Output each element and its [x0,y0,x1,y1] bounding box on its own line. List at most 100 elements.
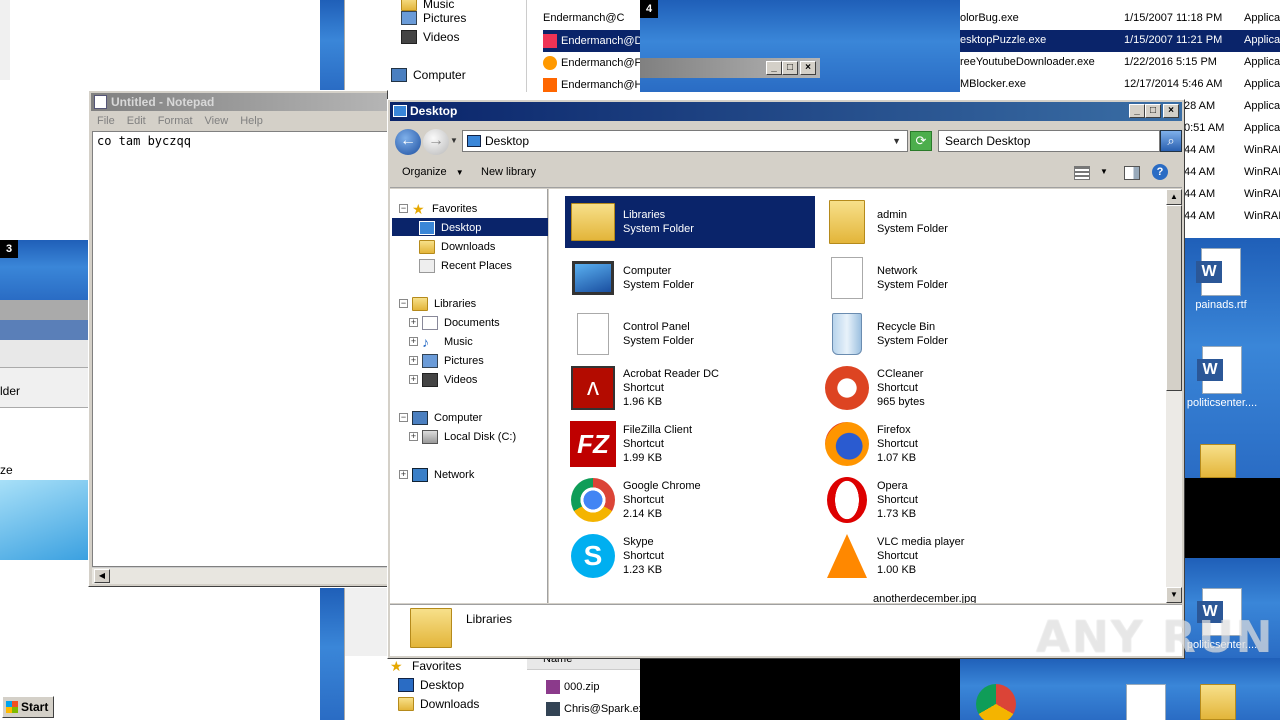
bg-file-row[interactable]: Endermanch@H [543,74,642,96]
organize-menu[interactable]: Organize ▼ [402,166,464,178]
menu-view[interactable]: View [205,115,229,127]
item-computer[interactable]: Computer System Folder [565,252,815,304]
preview-pane-icon[interactable] [1124,166,1140,180]
item-vlc[interactable]: VLC media player Shortcut 1.00 KB [819,530,1069,582]
expand-icon[interactable]: + [409,356,418,365]
pictures-icon [401,10,417,25]
menu-format[interactable]: Format [158,115,193,127]
expand-icon[interactable]: + [409,337,418,346]
notepad-text-area[interactable]: co tam byczqq [92,131,388,567]
folder-icon[interactable] [1200,444,1236,478]
bg-list-name[interactable]: esktopPuzzle.exe [960,29,1046,51]
desktop-icon-politicsenter[interactable]: W politicsenter.... [1186,346,1258,409]
expand-icon[interactable]: + [399,470,408,479]
minimize-button[interactable]: _ [766,61,782,75]
maximize-button[interactable]: □ [1145,104,1161,118]
word-desktop-icon[interactable] [1126,684,1166,720]
item-libraries[interactable]: Libraries System Folder [565,196,815,248]
vertical-scrollbar[interactable]: ▲ ▼ [1166,189,1182,603]
collapse-icon[interactable]: − [399,299,408,308]
expand-icon[interactable]: + [409,432,418,441]
item-acrobat-reader[interactable]: ᴧ Acrobat Reader DC Shortcut 1.96 KB [565,362,815,414]
item-network[interactable]: Network System Folder [819,252,1069,304]
chevron-down-icon[interactable]: ▼ [1100,167,1108,176]
refresh-button[interactable]: ⟳ [910,131,932,151]
item-skype[interactable]: S Skype Shortcut 1.23 KB [565,530,815,582]
bg-bottom-file[interactable]: Chris@Spark.ex [546,698,644,720]
search-input[interactable]: Search Desktop [938,130,1160,152]
menu-file[interactable]: File [97,115,115,127]
expand-icon[interactable]: + [409,318,418,327]
bg-bottom-file[interactable]: 000.zip [546,676,599,698]
minimize-button[interactable]: _ [1129,104,1145,118]
expand-icon[interactable]: + [409,375,418,384]
item-opera[interactable]: Opera Shortcut 1.73 KB [819,474,1069,526]
chrome-desktop-icon[interactable] [976,684,1016,720]
item-filezilla[interactable]: FZ FileZilla Client Shortcut 1.99 KB [565,418,815,470]
item-recycle-bin[interactable]: Recycle Bin System Folder [819,308,1069,360]
bg-bottom-desktop[interactable]: Desktop [394,675,464,694]
help-icon[interactable]: ? [1152,164,1168,180]
search-button[interactable]: ⌕ [1160,130,1182,152]
menu-help[interactable]: Help [240,115,263,127]
bg-list-type: WinRAI [1244,144,1280,156]
scroll-down-button[interactable]: ▼ [1166,587,1182,603]
new-library-button[interactable]: New library [481,166,536,178]
item-google-chrome[interactable]: Google Chrome Shortcut 2.14 KB [565,474,815,526]
bg-nav-computer[interactable]: Computer [387,65,466,84]
music-icon: ♪ [422,333,429,350]
nav-fav-desktop[interactable]: Desktop [415,218,481,237]
bg-file-row[interactable]: Endermanch@C [543,7,624,29]
bg-list-name[interactable]: MBlocker.exe [960,73,1026,95]
history-dropdown-icon[interactable]: ▼ [450,136,458,145]
maximize-button[interactable]: □ [782,61,798,75]
nav-local-disk[interactable]: + Local Disk (C:) [405,427,516,446]
collapse-icon[interactable]: − [399,204,408,213]
nav-lib-pictures[interactable]: + Pictures [405,351,484,370]
notepad-window: Untitled - Notepad File Edit Format View… [88,90,388,587]
view-options-icon[interactable] [1074,166,1090,180]
close-button[interactable]: × [1163,104,1179,118]
scroll-left-button[interactable]: ◀ [94,569,110,583]
bg-list-name[interactable]: olorBug.exe [960,7,1019,29]
collapse-icon[interactable]: − [399,413,408,422]
item-firefox[interactable]: Firefox Shortcut 1.07 KB [819,418,1069,470]
chevron-down-icon[interactable]: ▼ [892,131,901,151]
menu-edit[interactable]: Edit [127,115,146,127]
bg-file-row[interactable]: Endermanch@F [543,52,641,74]
acrobat-icon: ᴧ [571,366,615,410]
item-control-panel[interactable]: Control Panel System Folder [565,308,815,360]
explorer-titlebar[interactable]: Desktop [390,102,1182,121]
nav-network[interactable]: + Network [395,465,474,484]
bg-list-name[interactable]: reeYoutubeDownloader.exe [960,51,1095,73]
horizontal-scrollbar[interactable]: ◀ [92,567,388,584]
close-button[interactable]: × [800,61,816,75]
scroll-up-button[interactable]: ▲ [1166,189,1182,205]
start-button[interactable]: Start [2,696,54,718]
bg-bottom-downloads[interactable]: Downloads [394,694,479,713]
nav-fav-downloads[interactable]: Downloads [415,237,495,256]
back-button[interactable]: ← [395,129,421,155]
nav-lib-music[interactable]: + ♪ Music [405,332,473,351]
address-bar[interactable]: Desktop ▼ [462,130,908,152]
nav-lib-documents[interactable]: + Documents [405,313,500,332]
nav-favorites[interactable]: − ★ Favorites [395,199,477,218]
libraries-folder-icon [571,203,615,241]
bg-nav-pictures[interactable]: Pictures [397,8,466,27]
item-ccleaner[interactable]: CCleaner Shortcut 965 bytes [819,362,1069,414]
nav-computer[interactable]: − Computer [395,408,482,427]
notepad-titlebar[interactable]: Untitled - Notepad [91,93,387,111]
nav-libraries[interactable]: − Libraries [395,294,476,313]
nav-fav-recent-places[interactable]: Recent Places [415,256,512,275]
bg-file-row[interactable]: Endermanch@D [543,30,642,52]
desktop-icon-painads[interactable]: W painads.rtf [1192,248,1250,311]
bg-list-date: 1/22/2016 5:15 PM [1124,56,1217,68]
item-admin[interactable]: admin System Folder [819,196,1069,248]
scroll-thumb[interactable] [1166,205,1182,391]
folder-desktop-icon[interactable] [1200,684,1236,720]
nav-lib-videos[interactable]: + Videos [405,370,477,389]
item-anotherdecember[interactable]: anotherdecember.jpg [873,592,976,603]
forward-button[interactable]: → [423,129,449,155]
videos-icon [422,372,438,387]
bg-nav-videos[interactable]: Videos [397,27,459,46]
